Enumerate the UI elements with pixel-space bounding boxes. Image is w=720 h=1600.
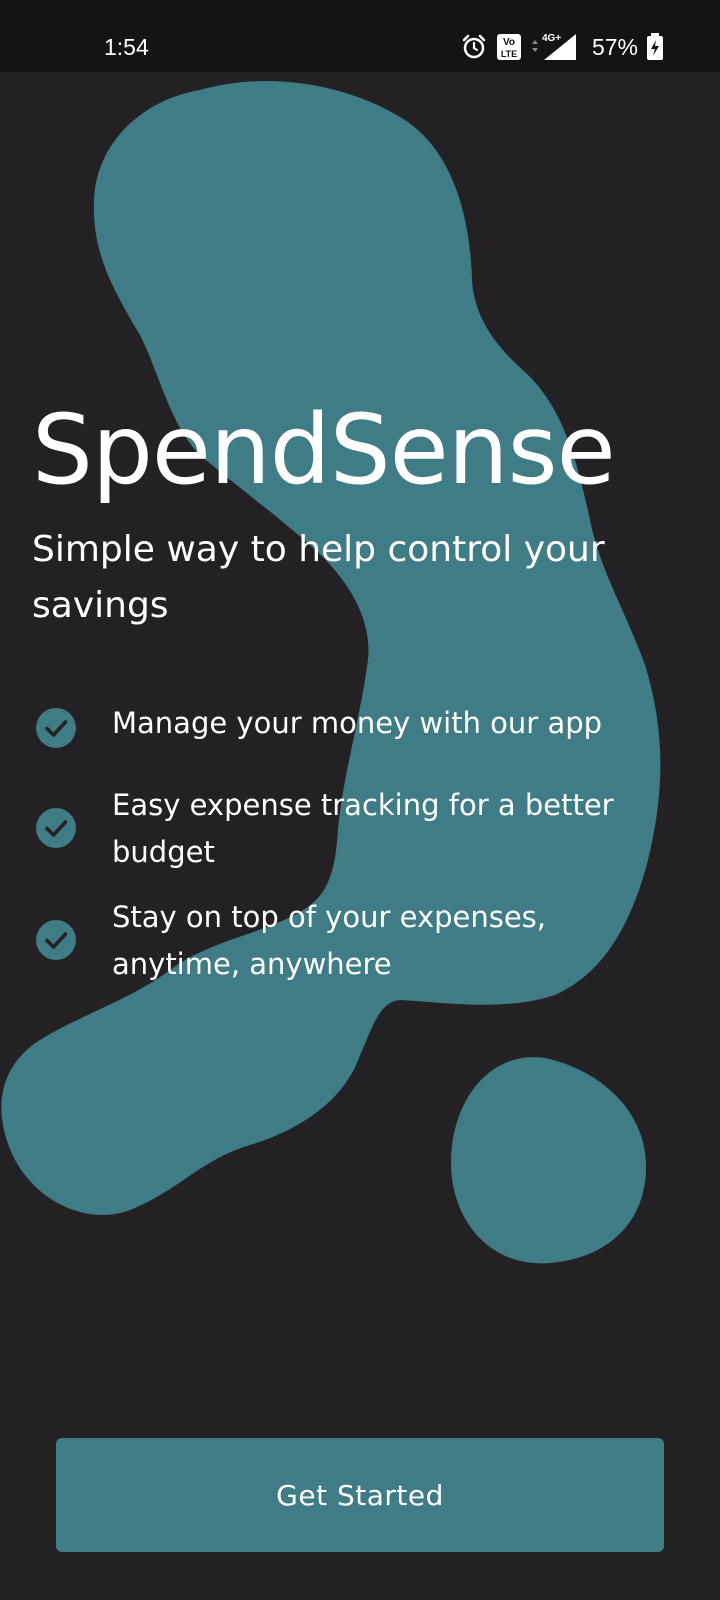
check-circle-icon — [36, 708, 76, 748]
check-circle-icon — [36, 920, 76, 960]
signal-4g-icon: 4G+ — [531, 33, 576, 60]
feature-text: Easy expense tracking for a better budge… — [112, 788, 614, 869]
network-label: 4G+ — [542, 33, 561, 44]
volte-label-top: Vo — [503, 37, 515, 48]
app-title: SpendSense — [32, 394, 616, 506]
volte-icon: Vo LTE — [496, 34, 521, 60]
battery-percentage: 57% — [591, 33, 638, 60]
status-icons: Vo LTE 4G+ 57% — [460, 32, 664, 62]
volte-label-bottom: LTE — [501, 49, 517, 59]
feature-text: Manage your money with our app — [112, 706, 603, 740]
alarm-icon — [462, 34, 486, 59]
get-started-button[interactable]: Get Started — [56, 1438, 664, 1552]
onboarding-screen: SpendSense Simple way to help control yo… — [0, 0, 720, 1600]
feature-text: Stay on top of your expenses, anytime, a… — [112, 900, 547, 981]
battery-charging-icon — [647, 33, 663, 60]
status-time: 1:54 — [104, 34, 149, 60]
status-bar: 1:54 Vo LTE 4G+ 57% — [0, 0, 720, 72]
app-subtitle: Simple way to help control your savings — [32, 529, 605, 626]
check-circle-icon — [36, 808, 76, 848]
